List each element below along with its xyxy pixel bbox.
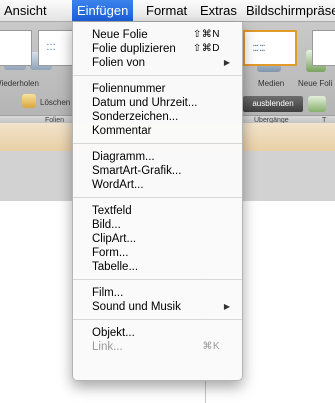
menu-item[interactable]: Datum und Uhrzeit... bbox=[73, 96, 242, 110]
menu-item-label: Foliennummer bbox=[92, 83, 166, 95]
menu-item[interactable]: SmartArt-Grafik... bbox=[73, 164, 242, 178]
menu-item[interactable]: Sonderzeichen... bbox=[73, 110, 242, 124]
menu-item-label: Sound und Musik bbox=[92, 301, 181, 313]
menu-item-label: Datum und Uhrzeit... bbox=[92, 97, 198, 109]
menu-item-label: Neue Folie bbox=[92, 29, 148, 41]
menu-item-label: ClipArt... bbox=[92, 233, 137, 245]
slide-thumbnail-selected[interactable]: ▪▪▪ ▪▪▪ ▪▪▪ ▪▪▪ bbox=[243, 30, 297, 66]
menu-item-label: Folie duplizieren bbox=[92, 43, 176, 55]
menu-item-label: Tabelle... bbox=[92, 261, 139, 273]
menu-item-label: Form... bbox=[92, 247, 129, 259]
thumbnail-content: ▪ ▪ ▪ ▪ ▪ ▪ bbox=[47, 42, 56, 53]
menu-item-shortcut: ⇧⌘N bbox=[192, 29, 220, 40]
menu-item-label: Link... bbox=[92, 341, 123, 353]
submenu-arrow-icon: ▶ bbox=[223, 302, 230, 311]
menu-item[interactable]: Tabelle... bbox=[73, 260, 242, 274]
menu-item[interactable]: Kommentar bbox=[73, 124, 242, 138]
transition-icon[interactable] bbox=[308, 96, 326, 112]
media-label: Medien bbox=[258, 79, 285, 88]
menu-item[interactable]: Film... bbox=[73, 286, 242, 300]
menu-item[interactable]: ClipArt... bbox=[73, 232, 242, 246]
menu-item[interactable]: WordArt... bbox=[73, 178, 242, 192]
menu-item-label: WordArt... bbox=[92, 179, 144, 191]
menu-ansicht[interactable]: Ansicht bbox=[2, 0, 49, 21]
menu-format[interactable]: Format bbox=[144, 0, 189, 21]
submenu-arrow-icon: ▶ bbox=[223, 58, 230, 67]
menu-item[interactable]: Bild... bbox=[73, 218, 242, 232]
menu-item[interactable]: Objekt... bbox=[73, 326, 242, 340]
menu-separator bbox=[73, 279, 242, 280]
menu-item[interactable]: Folie duplizieren ⇧⌘D bbox=[73, 42, 242, 56]
menu-item[interactable]: Neue Folie ⇧⌘N bbox=[73, 28, 242, 42]
clear-label: Löschen bbox=[40, 98, 71, 107]
redo-label: Wiederholen bbox=[0, 79, 39, 88]
menu-item[interactable]: Textfeld bbox=[73, 204, 242, 218]
menu-extras[interactable]: Extras bbox=[198, 0, 239, 21]
menu-item-label: SmartArt-Grafik... bbox=[92, 165, 182, 177]
menu-item-label: Textfeld bbox=[92, 205, 132, 217]
menu-separator bbox=[73, 319, 242, 320]
menu-bildschirmpraesentation[interactable]: Bildschirmpräse bbox=[244, 0, 335, 21]
menu-item-label: Diagramm... bbox=[92, 151, 155, 163]
menu-item: Link... ⌘K bbox=[73, 340, 242, 354]
menu-item-label: Folien von bbox=[92, 57, 146, 69]
slide-thumbnail[interactable] bbox=[312, 30, 335, 66]
menu-separator bbox=[73, 143, 242, 144]
menu-item-shortcut: ⌘K bbox=[202, 341, 220, 352]
clear-icon[interactable] bbox=[22, 94, 36, 108]
menu-item-label: Bild... bbox=[92, 219, 121, 231]
menu-separator bbox=[73, 197, 242, 198]
menu-item[interactable]: Foliennummer bbox=[73, 82, 242, 96]
menu-item-label: Objekt... bbox=[92, 327, 135, 339]
insert-dropdown-menu: Neue Folie ⇧⌘N Folie duplizieren ⇧⌘D Folien … bbox=[72, 22, 243, 381]
slide-thumbnail[interactable] bbox=[0, 30, 32, 66]
menu-einfuegen[interactable]: Einfügen bbox=[72, 0, 134, 21]
menu-separator bbox=[73, 75, 242, 76]
menu-item-label: Kommentar bbox=[92, 125, 152, 137]
menu-item-label: Sonderzeichen... bbox=[92, 111, 179, 123]
menu-item-label: Film... bbox=[92, 287, 124, 299]
menu-item-shortcut: ⇧⌘D bbox=[192, 43, 220, 54]
hide-button[interactable]: ausblenden bbox=[243, 96, 303, 112]
thumbnail-content: ▪▪▪ ▪▪▪ ▪▪▪ ▪▪▪ bbox=[253, 43, 266, 54]
menubar: Ansicht Einfügen Format Extras Bildschir… bbox=[0, 0, 335, 22]
menu-item[interactable]: Form... bbox=[73, 246, 242, 260]
menu-item[interactable]: Sound und Musik ▶ bbox=[73, 300, 242, 314]
new-slide-label: Neue Foli bbox=[298, 79, 333, 88]
menu-item[interactable]: Folien von ▶ bbox=[73, 56, 242, 70]
menu-item[interactable]: Diagramm... bbox=[73, 150, 242, 164]
